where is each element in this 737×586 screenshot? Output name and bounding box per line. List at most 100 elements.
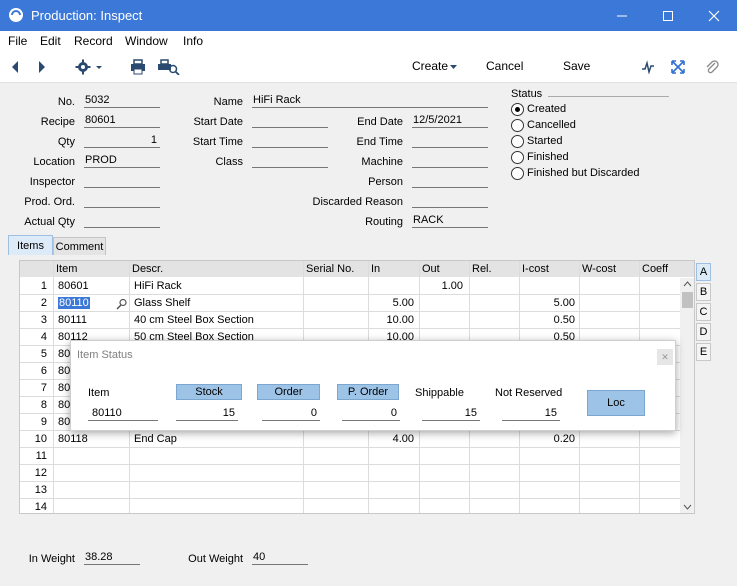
attachment-icon[interactable] <box>705 59 719 75</box>
routing-field[interactable]: RACK <box>412 214 488 228</box>
popup-close-button[interactable]: ✕ <box>657 349 673 365</box>
descr-cell[interactable] <box>134 465 302 482</box>
descr-cell[interactable] <box>134 482 302 499</box>
qty-field[interactable]: 1 <box>84 134 160 148</box>
grid-scrollbar[interactable] <box>680 278 694 513</box>
icost-cell[interactable]: 0.50 <box>520 312 578 329</box>
in-cell[interactable] <box>369 499 417 513</box>
menu-file[interactable]: File <box>8 34 27 48</box>
print-icon[interactable] <box>130 59 146 75</box>
side-tab-b[interactable]: B <box>696 283 711 301</box>
inspector-field[interactable] <box>84 174 160 188</box>
minimize-button[interactable] <box>599 0 645 31</box>
item-cell[interactable] <box>58 499 128 513</box>
table-row[interactable]: 2 80110 Glass Shelf 5.00 5.00 <box>20 295 694 312</box>
create-dropdown-icon[interactable] <box>449 64 458 70</box>
item-cell[interactable]: 80118 <box>58 431 128 448</box>
in-cell[interactable] <box>369 448 417 465</box>
descr-cell[interactable]: Glass Shelf <box>134 295 302 312</box>
in-cell[interactable] <box>369 482 417 499</box>
out-cell[interactable] <box>420 295 466 312</box>
order-button[interactable]: Order <box>257 384 320 400</box>
icost-cell[interactable] <box>520 465 578 482</box>
table-row[interactable]: 1 80601 HiFi Rack 1.00 <box>20 278 694 295</box>
scroll-up-icon[interactable] <box>683 281 692 287</box>
descr-cell[interactable]: HiFi Rack <box>134 278 302 295</box>
next-record-icon[interactable] <box>37 60 47 74</box>
item-cell[interactable] <box>58 465 128 482</box>
table-row[interactable]: 14 <box>20 499 694 513</box>
actual-qty-field[interactable] <box>84 214 160 228</box>
table-row[interactable]: 10 80118 End Cap 4.00 0.20 <box>20 431 694 448</box>
print-preview-icon[interactable] <box>158 59 180 75</box>
item-cell[interactable] <box>58 448 128 465</box>
in-cell[interactable]: 5.00 <box>369 295 417 312</box>
out-cell[interactable] <box>420 448 466 465</box>
in-cell[interactable]: 10.00 <box>369 312 417 329</box>
discarded-reason-field[interactable] <box>412 194 488 208</box>
item-cell[interactable]: 80111 <box>58 312 128 329</box>
gear-icon[interactable] <box>75 59 105 75</box>
tab-comment[interactable]: Comment <box>53 237 106 255</box>
menu-info[interactable]: Info <box>183 34 203 48</box>
out-cell[interactable] <box>420 431 466 448</box>
search-icon[interactable] <box>116 298 128 310</box>
menu-edit[interactable]: Edit <box>40 34 61 48</box>
icost-cell[interactable] <box>520 499 578 513</box>
maximize-button[interactable] <box>645 0 691 31</box>
out-cell[interactable] <box>420 499 466 513</box>
activity-icon[interactable] <box>641 60 655 74</box>
expand-icon[interactable] <box>671 60 685 74</box>
selected-item-text[interactable]: 80110 <box>58 297 90 309</box>
side-tab-e[interactable]: E <box>696 343 711 361</box>
create-button[interactable]: Create <box>412 59 448 73</box>
save-button[interactable]: Save <box>563 59 590 73</box>
location-field[interactable]: PROD <box>84 154 160 168</box>
in-cell[interactable] <box>369 465 417 482</box>
item-cell[interactable]: 80110 <box>58 295 128 312</box>
icost-cell[interactable]: 0.20 <box>520 431 578 448</box>
descr-cell[interactable]: End Cap <box>134 431 302 448</box>
machine-field[interactable] <box>412 154 488 168</box>
in-weight-field[interactable]: 38.28 <box>84 551 140 565</box>
name-field[interactable]: HiFi Rack <box>252 94 488 108</box>
icost-cell[interactable]: 5.00 <box>520 295 578 312</box>
table-row[interactable]: 12 <box>20 465 694 482</box>
side-tab-d[interactable]: D <box>696 323 711 341</box>
out-weight-field[interactable]: 40 <box>252 551 308 565</box>
descr-cell[interactable] <box>134 499 302 513</box>
scroll-down-icon[interactable] <box>683 504 692 510</box>
icost-cell[interactable] <box>520 278 578 295</box>
no-field[interactable]: 5032 <box>84 94 160 108</box>
p-order-button[interactable]: P. Order <box>337 384 399 400</box>
in-cell[interactable]: 4.00 <box>369 431 417 448</box>
descr-cell[interactable]: 40 cm Steel Box Section <box>134 312 302 329</box>
icost-cell[interactable] <box>520 448 578 465</box>
prod-ord-field[interactable] <box>84 194 160 208</box>
menu-record[interactable]: Record <box>74 34 113 48</box>
stock-button[interactable]: Stock <box>176 384 242 400</box>
recipe-field[interactable]: 80601 <box>84 114 160 128</box>
icost-cell[interactable] <box>520 482 578 499</box>
table-row[interactable]: 3 80111 40 cm Steel Box Section 10.00 0.50 <box>20 312 694 329</box>
side-tab-a[interactable]: A <box>696 263 711 281</box>
descr-cell[interactable] <box>134 448 302 465</box>
table-row[interactable]: 11 <box>20 448 694 465</box>
out-cell[interactable] <box>420 465 466 482</box>
scroll-thumb[interactable] <box>682 292 693 308</box>
person-field[interactable] <box>412 174 488 188</box>
cancel-button[interactable]: Cancel <box>486 59 523 73</box>
out-cell[interactable] <box>420 482 466 499</box>
item-cell[interactable] <box>58 482 128 499</box>
table-row[interactable]: 13 <box>20 482 694 499</box>
in-cell[interactable] <box>369 278 417 295</box>
out-cell[interactable]: 1.00 <box>420 278 466 295</box>
tab-items[interactable]: Items <box>8 235 53 255</box>
menu-window[interactable]: Window <box>125 34 168 48</box>
side-tab-c[interactable]: C <box>696 303 711 321</box>
close-window-button[interactable] <box>691 0 737 31</box>
end-time-field[interactable] <box>412 134 488 148</box>
out-cell[interactable] <box>420 312 466 329</box>
previous-record-icon[interactable] <box>10 60 20 74</box>
item-cell[interactable]: 80601 <box>58 278 128 295</box>
